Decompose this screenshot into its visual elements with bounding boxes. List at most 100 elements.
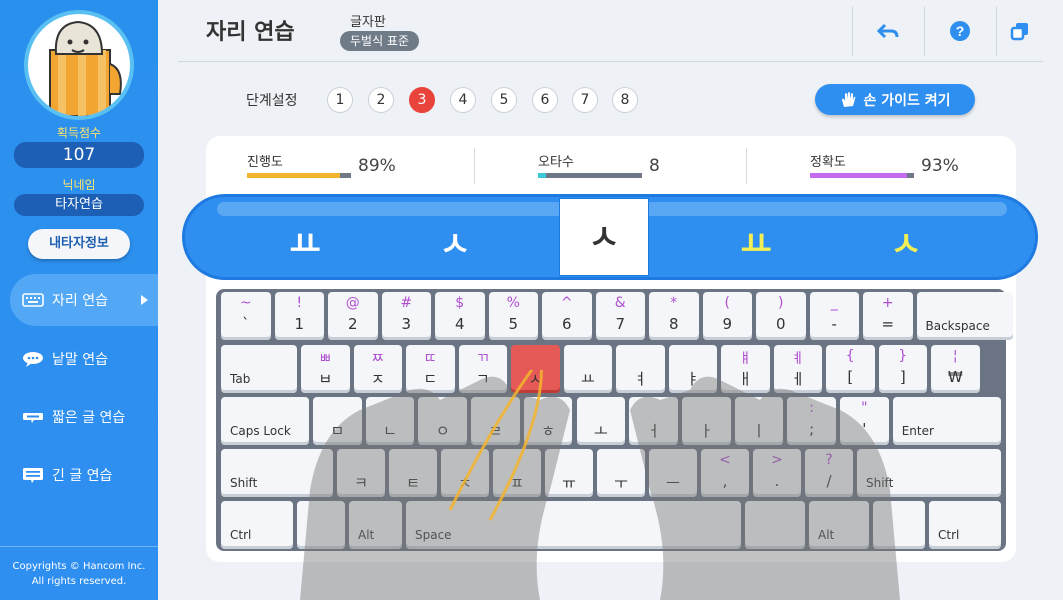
key-enter[interactable]: Enter: [892, 397, 1001, 445]
key-9[interactable]: (9: [702, 292, 752, 340]
key-ㅁ[interactable]: ㅁ: [313, 397, 362, 445]
key-/[interactable]: ? /: [805, 449, 853, 497]
key-ㅛ[interactable]: ㅛ: [563, 345, 612, 393]
key-ㅕ[interactable]: ㅕ: [616, 345, 665, 393]
key-shift-right[interactable]: Shift: [857, 449, 1001, 497]
key-`[interactable]: ~ `: [221, 292, 271, 340]
key-7[interactable]: & 7: [595, 292, 645, 340]
key-shift-char: ): [778, 295, 784, 311]
nav-item-long-text-practice[interactable]: 긴 글 연습: [10, 449, 158, 501]
page-title: 자리 연습: [206, 20, 295, 45]
key-ㅠ[interactable]: ㅠ: [545, 449, 593, 497]
key-;[interactable]: :;: [787, 397, 836, 445]
key-caps-lock[interactable]: Caps Lock: [221, 397, 309, 445]
key-backspace[interactable]: Backspace: [916, 292, 1013, 340]
key-label: Shift: [866, 476, 894, 490]
key-shift-char: ": [861, 400, 868, 416]
key-label: Ctrl: [938, 528, 960, 542]
key-2[interactable]: @2: [328, 292, 378, 340]
key-shift-char: $: [455, 295, 465, 311]
key-ㅅ[interactable]: ㅅ: [511, 345, 560, 393]
key-ㅗ[interactable]: ㅗ: [576, 397, 626, 445]
key-ㅡ[interactable]: ㅡ: [649, 449, 697, 497]
key-ㅜ[interactable]: ㅜ: [597, 449, 645, 497]
key-ㅑ[interactable]: ㅑ: [668, 345, 717, 393]
key-6[interactable]: ^ 6: [542, 292, 592, 340]
key--[interactable]: _ -: [809, 292, 859, 340]
key-ㅎ[interactable]: ㅎ: [523, 397, 573, 445]
nav-label: 긴 글 연습: [52, 468, 113, 484]
key-[[interactable]: {[: [826, 345, 875, 393]
key-ㅔ[interactable]: ㅖㅔ: [773, 345, 822, 393]
stage-1-button[interactable]: 1: [327, 87, 353, 113]
caret-right-icon: [141, 295, 148, 305]
key-][interactable]: }]: [878, 345, 927, 393]
strip-char: ㅛ: [740, 225, 772, 265]
key-char: ㅅ: [528, 370, 543, 388]
key-label: Space: [415, 528, 452, 542]
key-ctrl-left[interactable]: Ctrl: [221, 501, 293, 549]
key-1[interactable]: ! 1: [274, 292, 324, 340]
key-char: ㅊ: [458, 474, 472, 492]
stage-8-button[interactable]: 8: [612, 87, 638, 113]
key-ctrl-right[interactable]: Ctrl: [929, 501, 1001, 549]
key-ㅣ[interactable]: ㅣ: [734, 397, 784, 445]
key-ㅐ[interactable]: ㅒㅐ: [721, 345, 770, 393]
key-ㅍ[interactable]: ㅍ: [493, 449, 541, 497]
key-char: ㅡ: [666, 474, 680, 492]
stage-7-button[interactable]: 7: [572, 87, 598, 113]
key-ㅌ[interactable]: ㅌ: [389, 449, 437, 497]
key-win-left[interactable]: [297, 501, 345, 549]
stage-4-button[interactable]: 4: [450, 87, 476, 113]
help-button[interactable]: ?: [924, 6, 994, 56]
key-alt-right[interactable]: Alt: [809, 501, 869, 549]
key-char: ㅓ: [646, 422, 661, 440]
key-tab[interactable]: Tab: [221, 345, 297, 393]
key-ㅂ[interactable]: ㅃㅂ: [301, 345, 350, 393]
key-char: .: [774, 472, 780, 490]
key-ㅓ[interactable]: ㅓ: [629, 397, 678, 445]
keyboard-layout-select[interactable]: 두벌식 표준: [340, 31, 420, 51]
key-space[interactable]: Space: [406, 501, 741, 549]
key-4[interactable]: $4: [435, 292, 485, 340]
key-ㄷ[interactable]: ㄸㄷ: [406, 345, 455, 393]
key-₩[interactable]: ¦ ₩: [931, 345, 980, 393]
key-char: ;: [809, 420, 815, 438]
key-3[interactable]: #3: [381, 292, 431, 340]
back-button[interactable]: [852, 6, 922, 56]
key-,[interactable]: <,: [701, 449, 749, 497]
key-alt-left[interactable]: Alt: [349, 501, 402, 549]
key-menu[interactable]: [873, 501, 925, 549]
key-ㅈ[interactable]: ㅉㅈ: [353, 345, 402, 393]
hand-guide-toggle-button[interactable]: 손 가이드 켜기: [815, 84, 975, 115]
stage-5-button[interactable]: 5: [491, 87, 517, 113]
key-char: /: [826, 472, 832, 490]
key-=[interactable]: + =: [863, 292, 913, 340]
key-ㄴ[interactable]: ㄴ: [365, 397, 415, 445]
key-ㄱ[interactable]: ㄲㄱ: [458, 345, 507, 393]
key-char: ㄹ: [488, 422, 503, 440]
key-0[interactable]: ) 0: [756, 292, 806, 340]
nav-item-word-practice[interactable]: 낱말 연습: [10, 333, 158, 385]
key-5[interactable]: % 5: [488, 292, 538, 340]
key-8[interactable]: * 8: [649, 292, 699, 340]
nav-item-position-practice[interactable]: 자리 연습: [10, 274, 158, 326]
my-typing-info-button[interactable]: 내타자정보: [28, 229, 130, 259]
stage-3-button[interactable]: 3: [409, 87, 435, 113]
key-ㅋ[interactable]: ㅋ: [337, 449, 385, 497]
stage-2-button[interactable]: 2: [368, 87, 394, 113]
key-ㅇ[interactable]: ㅇ: [418, 397, 468, 445]
key-char: ': [862, 420, 867, 438]
key-ㅊ[interactable]: ㅊ: [441, 449, 489, 497]
key-ㅏ[interactable]: ㅏ: [681, 397, 731, 445]
key-shift-left[interactable]: Shift: [221, 449, 333, 497]
window-button[interactable]: [996, 6, 1043, 56]
key-.[interactable]: >.: [753, 449, 801, 497]
stat-bar: [538, 173, 642, 178]
nav-item-short-text-practice[interactable]: 짧은 글 연습: [10, 391, 158, 443]
key-ㄹ[interactable]: ㄹ: [471, 397, 520, 445]
key-char: ㅔ: [790, 370, 805, 388]
key-'[interactable]: " ': [840, 397, 889, 445]
stage-6-button[interactable]: 6: [532, 87, 558, 113]
key-hanja[interactable]: [745, 501, 805, 549]
